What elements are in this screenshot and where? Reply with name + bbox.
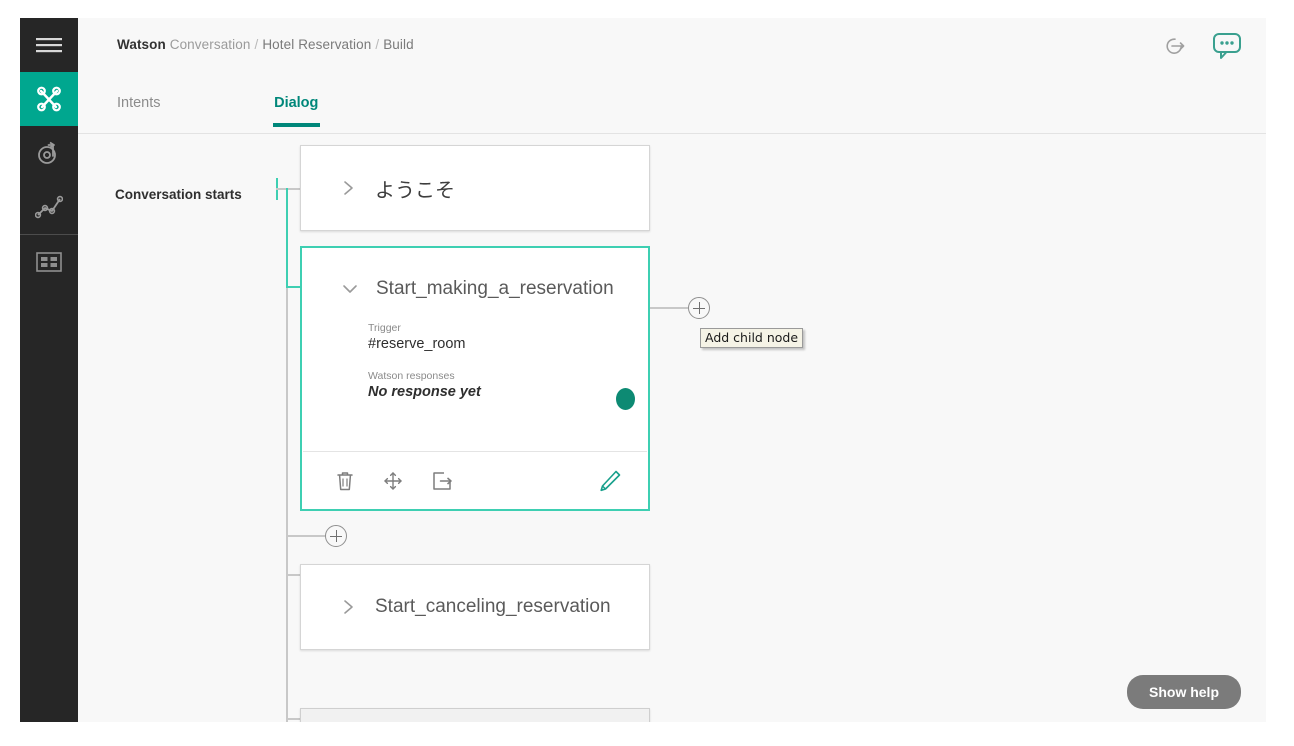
- trigger-value: #reserve_room: [368, 336, 466, 352]
- sidebar-item-menu[interactable]: [20, 18, 78, 72]
- deploy-rocket-icon: [36, 140, 62, 166]
- dialog-node-start-making-a-reservation[interactable]: Start_making_a_reservation Trigger #rese…: [300, 246, 650, 511]
- chat-bubble-icon[interactable]: [1212, 32, 1242, 60]
- dialog-canvas: Conversation starts ようこそ Start_making_a_…: [78, 134, 1266, 722]
- pencil-icon[interactable]: [597, 468, 623, 494]
- header-actions: [1164, 32, 1242, 60]
- tab-bar: Intents Entities Dialog Entities: [78, 76, 1266, 190]
- sidebar-item-apps[interactable]: [20, 235, 78, 289]
- tree-trunk-teal: [286, 188, 288, 288]
- node-title: Start_making_a_reservation: [376, 278, 614, 299]
- left-nav-rail: [20, 18, 78, 722]
- tree-branch-add-child: [650, 307, 688, 309]
- trash-icon[interactable]: [335, 470, 355, 492]
- trigger-label: Trigger: [368, 322, 401, 334]
- node-title-row: Start_making_a_reservation: [302, 248, 648, 322]
- hamburger-menu-icon: [36, 36, 62, 54]
- breadcrumb: Watson Conversation / Hotel Reservation / Bu…: [117, 37, 414, 52]
- tree-branch-plus: [286, 535, 326, 537]
- node-title: ようこそ: [375, 179, 455, 202]
- responses-value: No response yet: [368, 384, 481, 400]
- tree-trunk-grey: [286, 288, 288, 722]
- tab-dialog[interactable]: Dialog: [273, 95, 321, 127]
- dialog-node-welcome[interactable]: ようこそ: [300, 145, 650, 231]
- add-sibling-node-button[interactable]: [325, 525, 347, 547]
- breadcrumb-separator-1: /: [254, 37, 259, 52]
- node-title: Start_canceling_reservation: [375, 596, 611, 617]
- conversation-starts-label: Conversation starts: [115, 187, 242, 202]
- app-header: Watson Conversation / Hotel Reservation / Bu…: [78, 18, 1266, 76]
- dialog-node-start-canceling-reservation[interactable]: Start_canceling_reservation: [300, 564, 650, 650]
- jump-to-icon[interactable]: [431, 470, 453, 492]
- node-title-row: ようこそ: [301, 146, 649, 230]
- breadcrumb-product: Watson: [117, 37, 166, 52]
- breadcrumb-section[interactable]: Build: [383, 37, 414, 52]
- add-child-node-button[interactable]: [688, 297, 710, 319]
- watson-conversation-app: Watson Conversation / Hotel Reservation / Bu…: [20, 18, 1266, 722]
- line-chart-icon: [35, 194, 63, 220]
- sidebar-item-improve[interactable]: [20, 180, 78, 234]
- sidebar-item-build[interactable]: [20, 72, 78, 126]
- move-arrows-icon[interactable]: [381, 469, 405, 493]
- exit-arrow-icon[interactable]: [1164, 36, 1186, 56]
- grid-apps-icon: [36, 252, 62, 272]
- dialog-node-partial[interactable]: [300, 708, 650, 722]
- status-badge: [616, 388, 635, 410]
- tab-intents[interactable]: Intents: [117, 95, 161, 127]
- chevron-right-icon[interactable]: [339, 178, 359, 198]
- node-body: Trigger #reserve_room Watson responses N…: [302, 322, 648, 400]
- sidebar-item-deploy[interactable]: [20, 126, 78, 180]
- chevron-right-icon[interactable]: [339, 597, 359, 617]
- node-footer-actions: [303, 451, 647, 509]
- chevron-down-icon[interactable]: [340, 279, 360, 299]
- breadcrumb-separator-2: /: [375, 37, 380, 52]
- breadcrumb-workspace[interactable]: Hotel Reservation: [262, 37, 371, 52]
- responses-label: Watson responses: [368, 370, 455, 382]
- tab-list: Intents Entities Dialog: [117, 95, 351, 127]
- node-title-row: Start_canceling_reservation: [301, 565, 649, 649]
- show-help-button[interactable]: Show help: [1127, 675, 1241, 709]
- crossed-tools-icon: [34, 84, 64, 114]
- tooltip-add-child-node: Add child node: [700, 328, 804, 348]
